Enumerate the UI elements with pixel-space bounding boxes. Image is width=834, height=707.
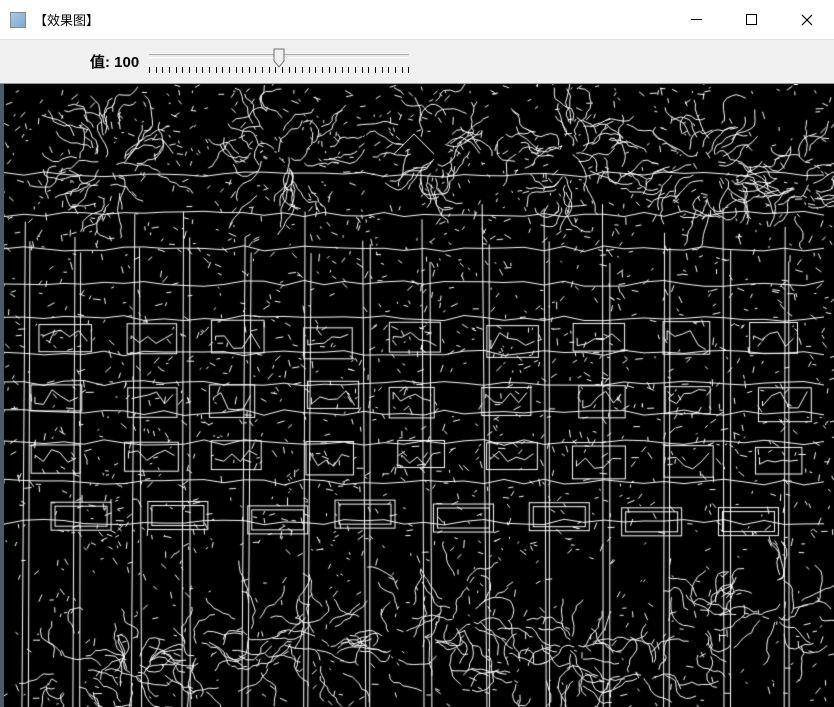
window-controls: [669, 0, 834, 39]
app-window: 【效果图】 值: 100: [0, 0, 834, 707]
app-icon: [10, 12, 26, 28]
close-button[interactable]: [779, 0, 834, 39]
threshold-label: 值: 100: [90, 51, 139, 72]
window-title: 【效果图】: [34, 10, 669, 29]
image-viewport: [0, 84, 834, 707]
slider-thumb[interactable]: [273, 48, 285, 68]
threshold-slider[interactable]: [149, 45, 409, 79]
minimize-button[interactable]: [669, 0, 724, 39]
titlebar: 【效果图】: [0, 0, 834, 40]
edge-image-canvas: [4, 84, 834, 707]
maximize-button[interactable]: [724, 0, 779, 39]
toolbar: 值: 100: [0, 40, 834, 84]
slider-ticks: [149, 67, 409, 75]
